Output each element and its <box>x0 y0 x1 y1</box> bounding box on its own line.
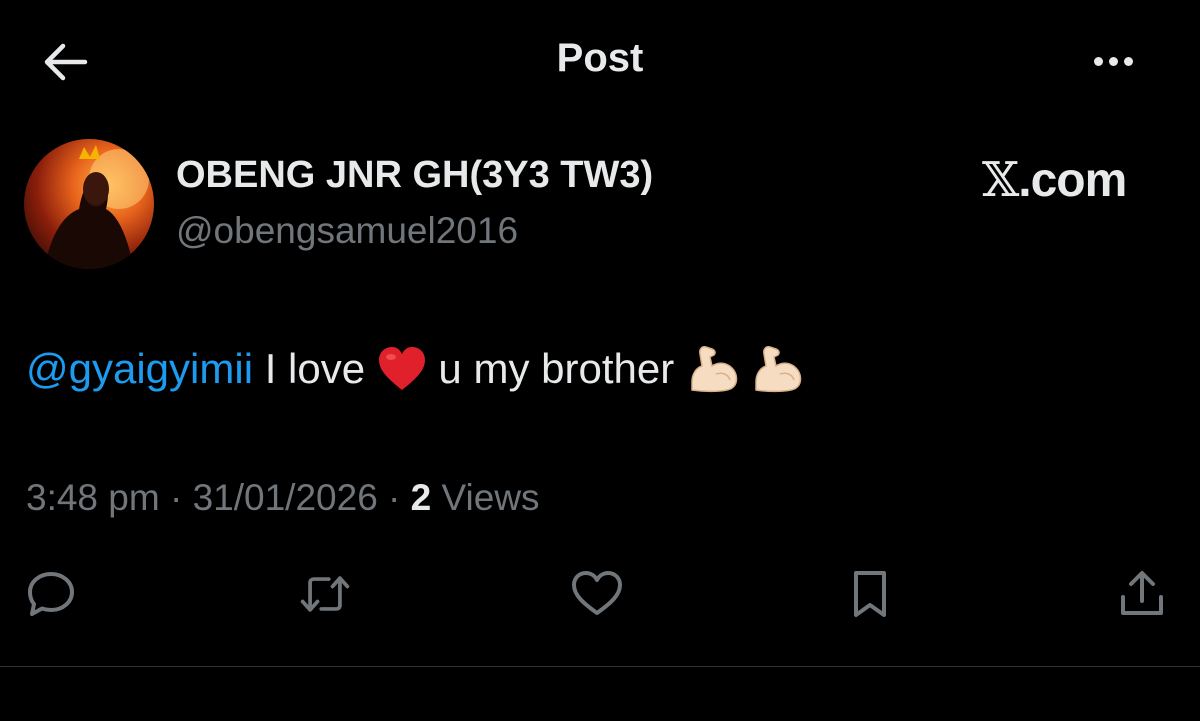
tweet-text-part-1: I love <box>253 345 377 392</box>
share-icon <box>1121 571 1163 615</box>
page-title: Post <box>556 36 644 80</box>
red-heart-icon <box>378 347 425 390</box>
meta-separator: · <box>159 477 193 518</box>
mention-link[interactable]: @gyaigyimii <box>26 345 253 393</box>
brand-text: .com <box>1018 154 1127 207</box>
tweet-text-part-2: u my brother <box>426 345 686 392</box>
reply-button[interactable] <box>23 566 79 622</box>
x-com-watermark: 𝕏.com <box>982 152 1127 208</box>
tweet-text: @gyaigyimii I love u my brother <box>26 344 806 394</box>
repost-button[interactable] <box>297 566 353 622</box>
bookmark-button[interactable] <box>842 566 898 622</box>
x-logo-icon: 𝕏 <box>982 152 1019 208</box>
tweet-date[interactable]: 31/01/2026 <box>193 477 378 518</box>
reply-icon <box>28 572 74 616</box>
page-title-wrap: Post <box>0 36 1200 81</box>
avatar-image <box>44 145 149 269</box>
tweet-meta: 3:48 pm · 31/01/2026 · 2 Views <box>26 477 540 519</box>
share-button[interactable] <box>1114 566 1170 622</box>
back-button[interactable] <box>36 38 94 86</box>
like-icon <box>572 571 622 615</box>
repost-icon <box>300 576 350 612</box>
bookmark-icon <box>854 571 886 617</box>
more-options-button[interactable] <box>1082 40 1144 82</box>
flexed-biceps-icon <box>691 346 738 393</box>
views-count[interactable]: 2 <box>411 477 432 518</box>
author-handle[interactable]: @obengsamuel2016 <box>176 210 518 252</box>
more-horizontal-icon <box>1093 56 1103 66</box>
like-button[interactable] <box>569 566 625 622</box>
views-label[interactable]: Views <box>431 477 540 518</box>
flexed-biceps-icon <box>755 346 802 393</box>
tweet-time[interactable]: 3:48 pm <box>26 477 160 518</box>
divider <box>0 666 1200 667</box>
avatar[interactable] <box>24 139 154 269</box>
author-name[interactable]: OBENG JNR GH(3Y3 TW3) <box>176 154 653 197</box>
meta-separator: · <box>377 477 411 518</box>
arrow-left-icon <box>44 43 88 81</box>
